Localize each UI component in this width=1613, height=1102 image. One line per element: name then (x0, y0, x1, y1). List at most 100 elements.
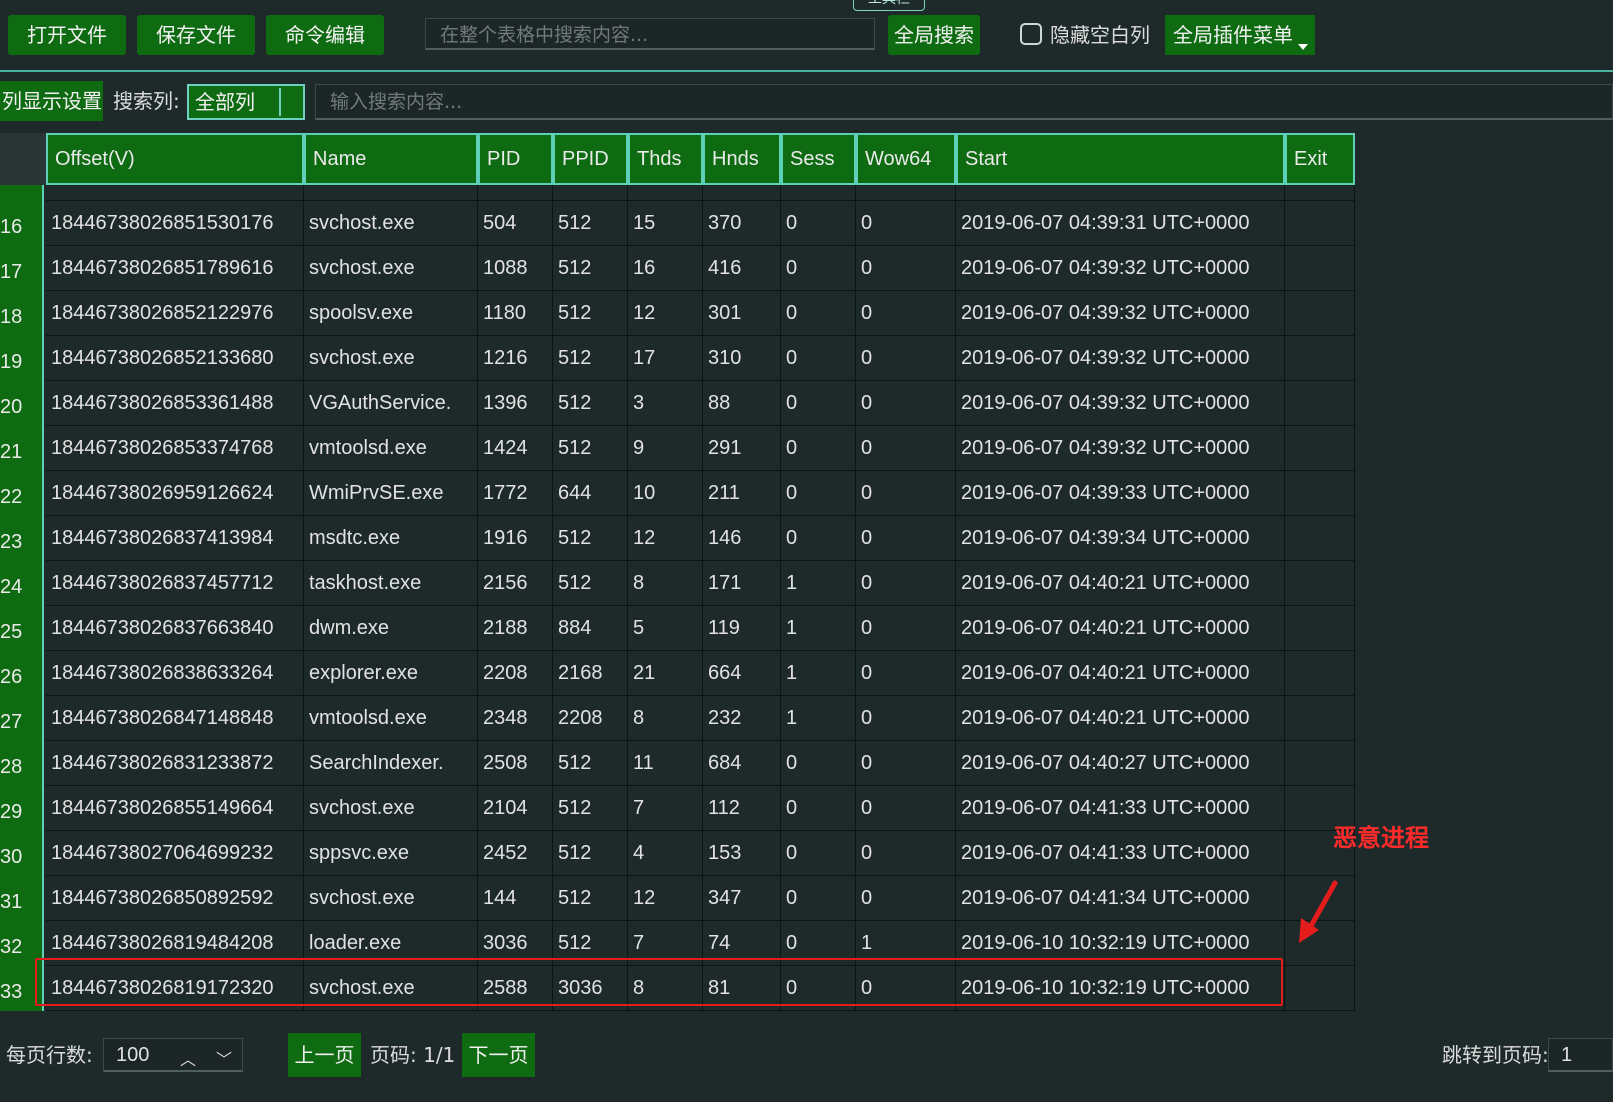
row-number[interactable]: 28 (0, 741, 44, 786)
table-cell-ppid[interactable]: 884 (553, 606, 628, 651)
row-number[interactable]: 27 (0, 696, 44, 741)
table-cell-thds[interactable]: 12 (628, 516, 703, 561)
table-cell-thds[interactable]: 17 (628, 336, 703, 381)
table-cell-sess[interactable]: 1 (781, 606, 856, 651)
prev-page-button[interactable]: 上一页 (288, 1033, 361, 1077)
table-cell-exit[interactable] (1285, 336, 1355, 381)
table-cell-thds[interactable]: 15 (628, 201, 703, 246)
row-number[interactable]: 30 (0, 831, 44, 876)
table-cell-sess[interactable]: 0 (781, 831, 856, 876)
table-cell-wow64[interactable]: 0 (856, 741, 956, 786)
table-cell-thds[interactable]: 8 (628, 561, 703, 606)
column-settings-button[interactable]: 列显示设置 (0, 81, 103, 121)
table-cell-hnds[interactable]: 146 (703, 516, 781, 561)
row-number[interactable]: 20 (0, 381, 44, 426)
table-cell-pid[interactable]: 1396 (478, 381, 553, 426)
table-cell-name[interactable]: svchost.exe (304, 786, 478, 831)
table-cell-ppid[interactable]: 2208 (553, 696, 628, 741)
table-cell-sess[interactable]: 0 (781, 741, 856, 786)
row-number[interactable]: 16 (0, 201, 44, 246)
column-header-wow64[interactable]: Wow64 (856, 133, 956, 185)
table-cell-wow64[interactable]: 0 (856, 381, 956, 426)
table-cell-ppid[interactable]: 512 (553, 381, 628, 426)
table-cell-offset[interactable]: 18446738026852133680 (46, 336, 304, 381)
table-cell-hnds[interactable]: 291 (703, 426, 781, 471)
table-cell-wow64[interactable]: 0 (856, 876, 956, 921)
table-cell-offset[interactable]: 18446738026959126624 (46, 471, 304, 516)
command-edit-button[interactable]: 命令编辑 (266, 15, 384, 55)
table-cell-hnds[interactable]: 310 (703, 336, 781, 381)
table-cell-name[interactable]: svchost.exe (304, 246, 478, 291)
table-cell-offset[interactable]: 18446738027064699232 (46, 831, 304, 876)
search-column-select[interactable]: 全部列 (187, 84, 305, 120)
table-cell-start[interactable]: 2019-06-07 04:41:33 UTC+0000 (956, 831, 1285, 876)
table-cell-hnds[interactable]: 211 (703, 471, 781, 516)
table-cell-start[interactable]: 2019-06-07 04:39:31 UTC+0000 (956, 201, 1285, 246)
table-cell-offset[interactable]: 18446738026847148848 (46, 696, 304, 741)
table-cell-exit[interactable] (1285, 426, 1355, 471)
table-cell-sess[interactable]: 0 (781, 786, 856, 831)
row-number[interactable]: 25 (0, 606, 44, 651)
table-cell-hnds[interactable]: 232 (703, 696, 781, 741)
table-cell-wow64[interactable]: 0 (856, 336, 956, 381)
table-cell-ppid[interactable]: 512 (553, 246, 628, 291)
next-page-button[interactable]: 下一页 (462, 1033, 535, 1077)
table-cell-name[interactable]: explorer.exe (304, 651, 478, 696)
table-cell-start[interactable]: 2019-06-07 04:39:33 UTC+0000 (956, 471, 1285, 516)
table-cell-offset[interactable]: 18446738026837663840 (46, 606, 304, 651)
table-cell-exit[interactable] (1285, 381, 1355, 426)
table-cell-start[interactable]: 2019-06-07 04:41:33 UTC+0000 (956, 786, 1285, 831)
table-cell-hnds[interactable]: 153 (703, 831, 781, 876)
hide-empty-columns-checkbox[interactable] (1020, 23, 1042, 45)
plugin-menu-button[interactable]: 全局插件菜单 (1165, 15, 1315, 55)
table-cell-exit[interactable] (1285, 201, 1355, 246)
table-cell-exit[interactable] (1285, 516, 1355, 561)
table-cell-thds[interactable]: 16 (628, 246, 703, 291)
table-cell-hnds[interactable]: 171 (703, 561, 781, 606)
table-cell-ppid[interactable]: 2168 (553, 651, 628, 696)
table-search-input[interactable]: 输入搜索内容... (315, 84, 1613, 120)
table-cell-pid[interactable]: 1424 (478, 426, 553, 471)
table-cell-hnds[interactable]: 88 (703, 381, 781, 426)
table-cell-start[interactable]: 2019-06-07 04:39:32 UTC+0000 (956, 336, 1285, 381)
table-cell-thds[interactable]: 9 (628, 426, 703, 471)
table-cell-pid[interactable]: 2348 (478, 696, 553, 741)
goto-page-input[interactable]: 1 (1548, 1038, 1613, 1072)
table-cell-start[interactable]: 2019-06-07 04:40:27 UTC+0000 (956, 741, 1285, 786)
table-cell-offset[interactable]: 18446738026853361488 (46, 381, 304, 426)
table-cell-exit[interactable] (1285, 561, 1355, 606)
table-cell-thds[interactable]: 7 (628, 786, 703, 831)
global-search-input[interactable]: 在整个表格中搜索内容... (425, 18, 875, 50)
column-header-thds[interactable]: Thds (628, 133, 703, 185)
table-cell-ppid[interactable]: 512 (553, 876, 628, 921)
table-cell-wow64[interactable]: 0 (856, 201, 956, 246)
table-cell-exit[interactable] (1285, 696, 1355, 741)
table-cell-start[interactable]: 2019-06-07 04:40:21 UTC+0000 (956, 561, 1285, 606)
table-cell-pid[interactable]: 2188 (478, 606, 553, 651)
table-cell-exit[interactable] (1285, 966, 1355, 1011)
table-cell-hnds[interactable]: 664 (703, 651, 781, 696)
table-cell-wow64[interactable]: 0 (856, 786, 956, 831)
rows-per-page-spinbox[interactable]: 100 ︿ ﹀ (103, 1038, 243, 1072)
table-cell-name[interactable]: svchost.exe (304, 201, 478, 246)
table-cell-exit[interactable] (1285, 606, 1355, 651)
table-cell-offset[interactable]: 18446738026837457712 (46, 561, 304, 606)
table-cell-offset[interactable]: 18446738026851789616 (46, 246, 304, 291)
table-cell-thds[interactable]: 4 (628, 831, 703, 876)
row-number[interactable]: 22 (0, 471, 44, 516)
open-file-button[interactable]: 打开文件 (8, 15, 126, 55)
table-cell-pid[interactable]: 1216 (478, 336, 553, 381)
table-cell-pid[interactable]: 504 (478, 201, 553, 246)
table-cell-offset[interactable]: 18446738026852122976 (46, 291, 304, 336)
table-cell-sess[interactable]: 0 (781, 246, 856, 291)
table-cell-sess[interactable]: 0 (781, 291, 856, 336)
table-cell-hnds[interactable]: 112 (703, 786, 781, 831)
table-cell-name[interactable]: sppsvc.exe (304, 831, 478, 876)
table-cell-pid[interactable]: 2508 (478, 741, 553, 786)
table-cell-offset[interactable]: 18446738026838633264 (46, 651, 304, 696)
table-cell-offset[interactable]: 18446738026831233872 (46, 741, 304, 786)
table-cell-pid[interactable]: 144 (478, 876, 553, 921)
table-cell-start[interactable]: 2019-06-07 04:40:21 UTC+0000 (956, 606, 1285, 651)
table-cell-wow64[interactable]: 0 (856, 516, 956, 561)
table-cell-wow64[interactable]: 0 (856, 291, 956, 336)
